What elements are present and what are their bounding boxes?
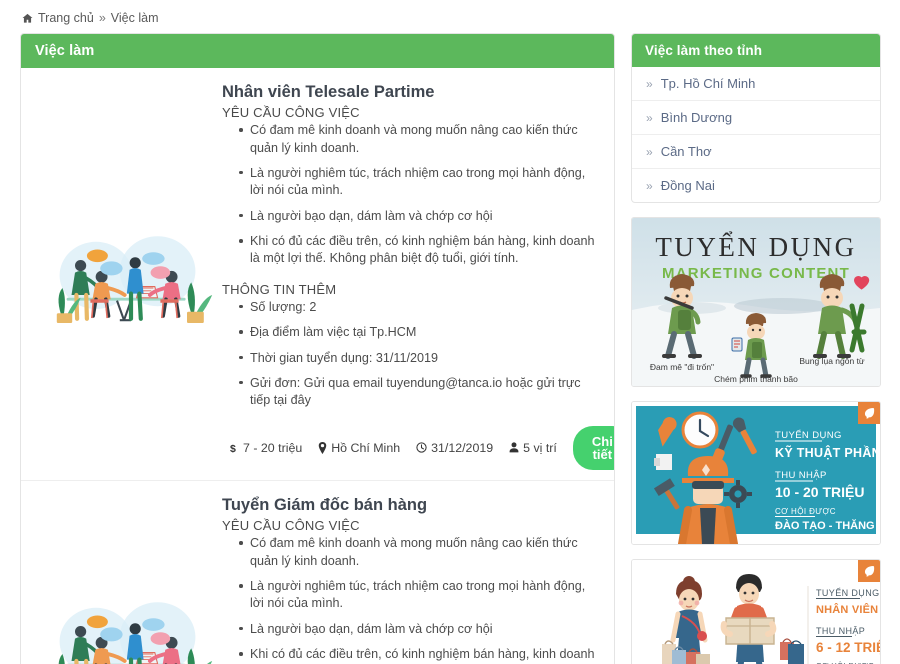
job-title[interactable]: Nhân viên Telesale Partime	[222, 82, 598, 103]
user-icon	[509, 442, 519, 453]
banner-caption-left-text: Đam mê "đi trốn"	[650, 362, 714, 372]
requirement-item: Khi có đủ các điều trên, có kinh nghiệm …	[239, 233, 598, 268]
province-label: Tp. Hồ Chí Minh	[660, 75, 756, 91]
list-item[interactable]: » Đồng Nai	[632, 167, 880, 202]
chevron-right-icon: »	[646, 76, 653, 91]
extra-info-item: Thời gian tuyển dụng: 31/11/2019	[239, 350, 598, 367]
banner-income-label-text: THU NHẬP	[775, 470, 827, 481]
requirements-list: Có đam mê kinh doanh và mong muốn nâng c…	[222, 535, 598, 664]
province-label: Đồng Nai	[660, 177, 715, 193]
requirement-item: Khi có đủ các điều trên, có kinh nghiệm …	[239, 646, 598, 664]
page-root: Trang chủ » Việc làm Việc làm Nhân viên …	[0, 0, 900, 664]
banner-opportunity-label-text: CƠ HỘI ĐƯỢC	[775, 507, 836, 516]
banner-income-text: 6 - 12 TRIỆU	[816, 640, 880, 655]
banner-caption-center-text: Chém phim thành bão	[714, 374, 798, 384]
job-meta-row: $ 7 - 20 triệu Hồ Chí Minh 31/12/2019 5 …	[222, 425, 614, 470]
list-item[interactable]: » Tp. Hồ Chí Minh	[632, 67, 880, 100]
extra-info-item: Số lượng: 2	[239, 299, 598, 316]
breadcrumb: Trang chủ » Việc làm	[0, 0, 900, 33]
job-illustration	[31, 82, 216, 470]
banner-marketing-content[interactable]: TUYỂN DỤNG MARKETING CONTENT Đam mê "đi …	[631, 216, 881, 387]
banner-ky-thuat-phan-cung[interactable]: TUYỂN DỤNG KỸ THUẬT PHẦN CỨNG THU NHẬP 1…	[631, 400, 881, 545]
breadcrumb-home-link[interactable]: Trang chủ	[38, 12, 94, 25]
meta-positions: 5 vị trí	[509, 441, 557, 455]
banner-income-text: 10 - 20 TRIỆU	[775, 483, 864, 500]
list-item[interactable]: » Cần Thơ	[632, 133, 880, 168]
requirement-item: Có đam mê kinh doanh và mong muốn nâng c…	[239, 122, 598, 157]
job-card[interactable]: Tuyển Giám đốc bán hàng YÊU CẦU CÔNG VIỆ…	[21, 479, 614, 664]
page-layout: Việc làm Nhân viên Telesale Partime YÊU …	[0, 32, 900, 664]
requirement-item: Là người nghiêm túc, trách nhiệm cao tro…	[239, 165, 598, 200]
extra-info-list: Số lượng: 2 Địa điểm làm việc tại Tp.HCM…	[222, 299, 598, 410]
chevron-right-icon: »	[646, 110, 653, 125]
sidebar-item-province[interactable]: » Cần Thơ	[632, 135, 880, 168]
requirements-label: YÊU CẦU CÔNG VIỆC	[222, 105, 360, 121]
extra-info-item: Địa điểm làm việc tại Tp.HCM	[239, 324, 598, 341]
requirements-list: Có đam mê kinh doanh và mong muốn nâng c…	[222, 122, 598, 268]
home-icon	[22, 13, 33, 24]
list-item[interactable]: » Bình Dương	[632, 99, 880, 134]
meta-salary: $ 7 - 20 triệu	[230, 441, 302, 455]
chevron-right-icon: »	[646, 144, 653, 159]
dollar-icon: $	[230, 442, 239, 453]
requirement-item: Có đam mê kinh doanh và mong muốn nâng c…	[239, 535, 598, 570]
banner-opportunity-text: ĐÀO TẠO - THĂNG TIẾN	[775, 519, 880, 532]
extra-info-label: THÔNG TIN THÊM	[222, 281, 337, 297]
job-card[interactable]: Nhân viên Telesale Partime YÊU CẦU CÔNG …	[21, 68, 614, 480]
jobs-panel: Việc làm Nhân viên Telesale Partime YÊU …	[20, 32, 615, 664]
meta-location-value: Hồ Chí Minh	[331, 440, 401, 455]
map-marker-icon	[318, 441, 327, 454]
requirement-item: Là người bạo dạn, dám làm và chớp cơ hội	[239, 208, 598, 225]
detail-button[interactable]: Chi tiết	[572, 425, 614, 470]
requirement-item: Là người bạo dạn, dám làm và chớp cơ hội	[239, 621, 598, 638]
svg-text:$: $	[230, 442, 236, 453]
province-panel: Việc làm theo tỉnh » Tp. Hồ Chí Minh » B…	[631, 32, 881, 203]
province-label: Bình Dương	[660, 109, 733, 125]
province-list: » Tp. Hồ Chí Minh » Bình Dương » Cần Thơ…	[632, 67, 880, 202]
breadcrumb-current: Việc làm	[110, 11, 159, 25]
sidebar: Việc làm theo tỉnh » Tp. Hồ Chí Minh » B…	[631, 32, 881, 664]
job-title[interactable]: Tuyển Giám đốc bán hàng	[222, 495, 598, 516]
main-column: Việc làm Nhân viên Telesale Partime YÊU …	[20, 32, 615, 664]
banner-headline-text: TUYỂN DỤNG	[655, 231, 856, 262]
meta-salary-value: 7 - 20 triệu	[243, 440, 303, 455]
meta-location: Hồ Chí Minh	[318, 441, 400, 455]
extra-info-item: Gửi đơn: Gửi qua email tuyendung@tanca.i…	[239, 375, 598, 410]
meta-deadline-value: 31/12/2019	[431, 440, 494, 455]
job-content: Nhân viên Telesale Partime YÊU CẦU CÔNG …	[216, 82, 614, 470]
meta-deadline: 31/12/2019	[416, 441, 493, 455]
leaf-logo-icon	[858, 401, 880, 424]
banner-opportunity-label-text: CƠ HỘI ĐƯỢC	[816, 661, 874, 664]
province-label: Cần Thơ	[660, 143, 712, 159]
jobs-panel-title: Việc làm	[21, 33, 614, 68]
banner-recruit-label-text: TUYỂN DỤNG	[775, 429, 842, 441]
meta-positions-value: 5 vị trí	[523, 440, 557, 455]
leaf-logo-icon	[858, 559, 880, 582]
banner-role-text: NHÂN VIÊN BÁN HÀNG	[816, 603, 880, 616]
requirement-item: Là người nghiêm túc, trách nhiệm cao tro…	[239, 578, 598, 613]
job-illustration	[31, 495, 216, 664]
job-content: Tuyển Giám đốc bán hàng YÊU CẦU CÔNG VIỆ…	[216, 495, 604, 664]
sidebar-item-province[interactable]: » Bình Dương	[632, 101, 880, 134]
banner-income-label-text: THU NHẬP	[816, 626, 865, 636]
province-panel-title: Việc làm theo tỉnh	[632, 33, 880, 67]
breadcrumb-separator: »	[98, 11, 106, 25]
banner-role-text: KỸ THUẬT PHẦN CỨNG	[775, 445, 880, 460]
banner-recruit-label-text: TUYỂN DỤNG	[816, 587, 880, 598]
requirements-label: YÊU CẦU CÔNG VIỆC	[222, 518, 360, 534]
banner-caption-right-text: Bung lụa ngôn từ	[799, 356, 865, 366]
clock-icon	[416, 442, 427, 453]
sidebar-item-province[interactable]: » Tp. Hồ Chí Minh	[632, 67, 880, 100]
banner-nhan-vien-ban-hang[interactable]: TUYỂN DỤNG NHÂN VIÊN BÁN HÀNG THU NHẬP 6…	[631, 558, 881, 664]
chevron-right-icon: »	[646, 178, 653, 193]
sidebar-item-province[interactable]: » Đồng Nai	[632, 169, 880, 202]
